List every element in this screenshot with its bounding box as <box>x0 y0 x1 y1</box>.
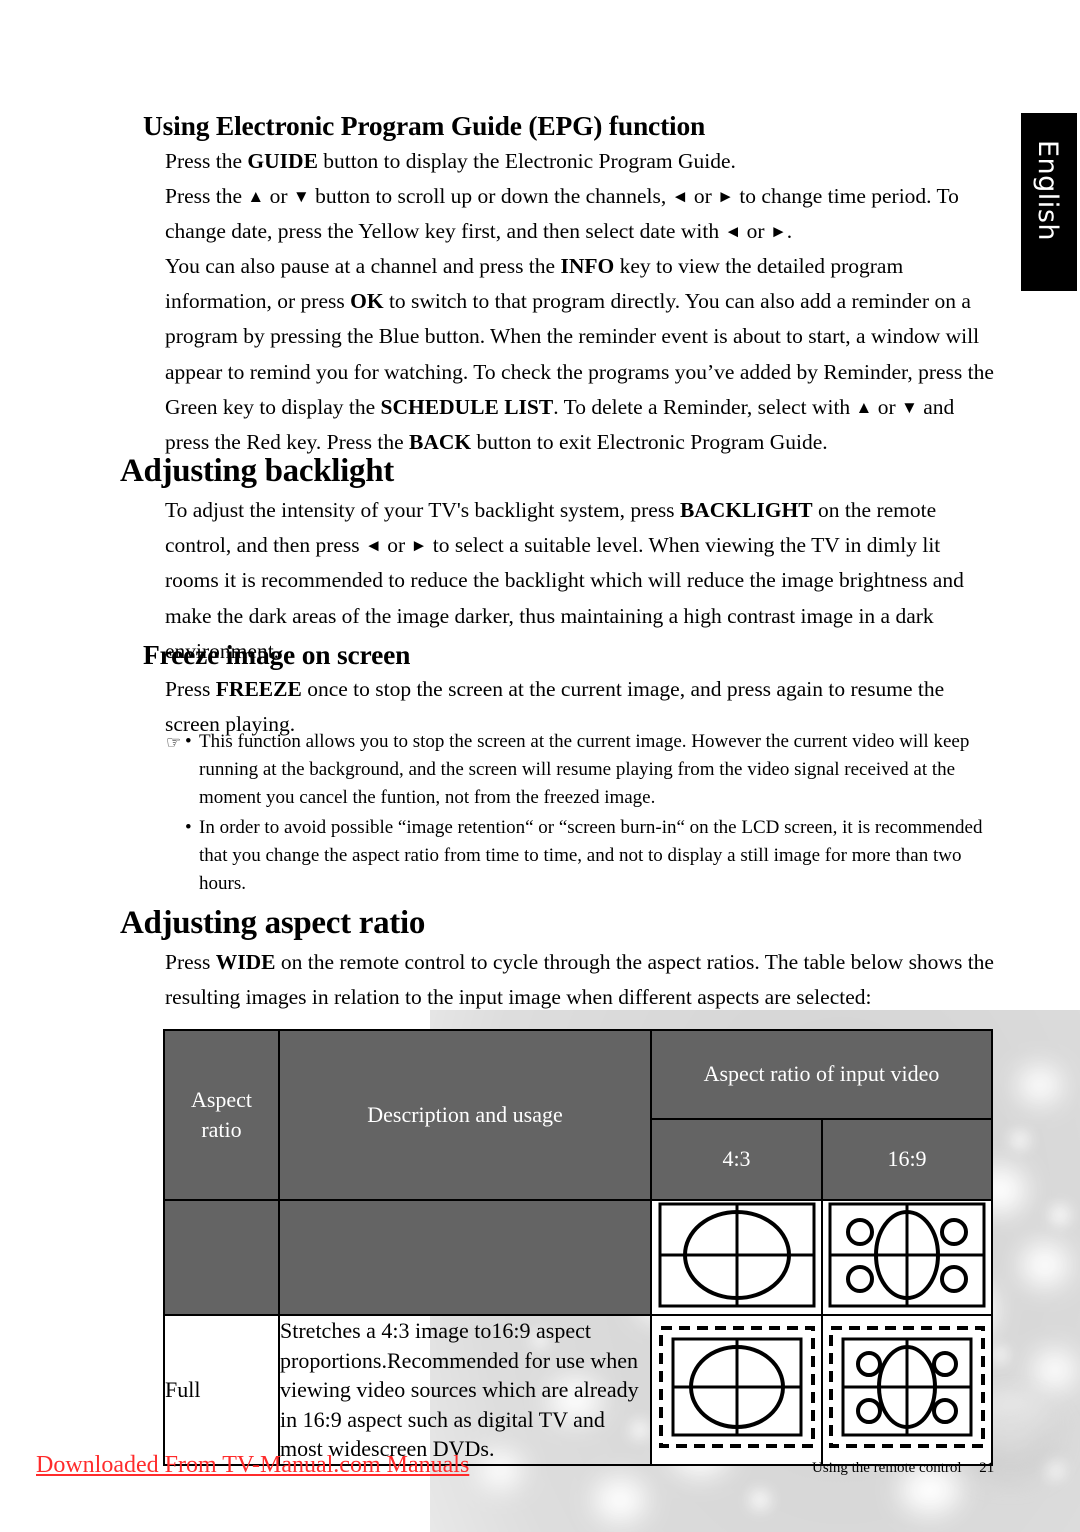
header-spacer-aspect <box>163 1200 280 1316</box>
footer-download-link[interactable]: Downloaded From TV-Manual.com Manuals <box>36 1452 469 1479</box>
note-text: In order to avoid possible “image retent… <box>199 816 983 895</box>
note-text: This function allows you to stop the scr… <box>199 731 970 809</box>
paragraph-epg-3: You can also pause at a channel and pres… <box>165 254 994 455</box>
heading-freeze-image: Freeze image on screen <box>143 639 411 670</box>
note-item: ☞ • This function allows you to stop the… <box>166 728 994 813</box>
row-description: Stretches a 4:3 image to16:9 aspect prop… <box>278 1314 652 1466</box>
heading-adjusting-aspect-ratio: Adjusting aspect ratio <box>120 905 426 941</box>
diagram-full-169 <box>821 1314 993 1466</box>
header-aspect-ratio-label: Aspect ratio <box>190 1087 253 1142</box>
diagram-input-43 <box>650 1199 823 1316</box>
bullet-icon: • <box>185 731 192 752</box>
language-tab: English <box>1021 113 1077 291</box>
header-description: Description and usage <box>278 1029 652 1201</box>
paragraph-epg-1: Press the GUIDE button to display the El… <box>165 149 736 173</box>
header-input-video-group: Aspect ratio of input video <box>650 1029 993 1120</box>
row-aspect-ratio-label: Full <box>163 1314 280 1466</box>
footer-section-label: Using the remote control <box>812 1460 962 1476</box>
header-col-169: 16:9 <box>821 1117 993 1202</box>
header-col-43-label: 4:3 <box>722 1146 751 1172</box>
paragraph-epg-2: Press the ▲ or ▼ button to scroll up or … <box>165 184 959 244</box>
aspect-ratio-table: Aspect ratio Description and usage Aspect… <box>163 1029 993 1466</box>
footer-page-number: 21 <box>979 1460 995 1476</box>
pointing-hand-icon: ☞ <box>166 733 182 752</box>
header-col-43: 4:3 <box>650 1117 823 1202</box>
diagram-43-svg <box>658 1202 815 1308</box>
bullet-icon: • <box>185 816 192 838</box>
table-header-row-group: Aspect ratio Description and usage Aspect… <box>163 1029 993 1201</box>
note-item: • In order to avoid possible “image rete… <box>166 814 994 899</box>
table-row: Full Stretches a 4:3 image to16:9 aspect… <box>163 1314 993 1466</box>
language-tab-label: English <box>1032 140 1063 241</box>
diagram-full-43-svg <box>658 1326 815 1449</box>
table-header-diagram-row <box>163 1199 993 1316</box>
header-aspect-ratio: Aspect ratio <box>163 1029 280 1201</box>
footer-page-info: Using the remote control 21 <box>812 1460 994 1477</box>
diagram-input-169 <box>821 1199 993 1316</box>
heading-adjusting-backlight: Adjusting backlight <box>120 453 394 489</box>
diagram-full-43 <box>650 1314 823 1466</box>
header-description-label: Description and usage <box>367 1102 563 1127</box>
diagram-full-169-svg <box>829 1326 985 1449</box>
diagram-169-svg <box>828 1202 986 1308</box>
header-spacer-description <box>278 1200 652 1316</box>
header-input-video-label: Aspect ratio of input video <box>703 1061 940 1087</box>
document-page: English Using Electronic Program Guide (… <box>0 0 1080 1532</box>
heading-epg: Using Electronic Program Guide (EPG) fun… <box>143 110 706 141</box>
paragraph-aspect-1: Press WIDE on the remote control to cycl… <box>165 950 994 1010</box>
header-col-169-label: 16:9 <box>887 1146 927 1172</box>
freeze-notes: ☞ • This function allows you to stop the… <box>166 728 994 898</box>
